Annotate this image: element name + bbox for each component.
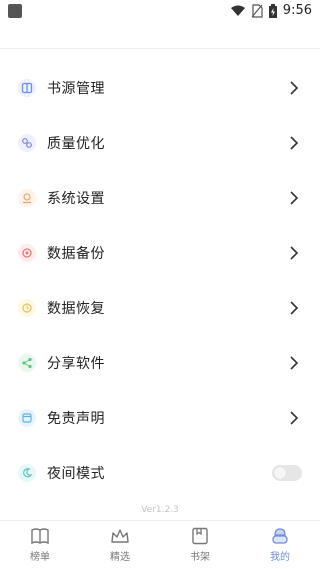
settings-menu: 书源管理 质量优化 系统设置 数据备份 数据恢复 分享软件 免责声明 夜间模式	[0, 60, 320, 500]
night-mode-toggle[interactable]	[272, 464, 302, 481]
share-icon	[18, 353, 36, 372]
menu-item-disclaimer[interactable]: 免责声明	[0, 390, 320, 445]
menu-item-label: 免责声明	[47, 410, 105, 427]
chevron-right-icon	[290, 190, 299, 205]
chevron-right-icon	[290, 300, 299, 315]
chevron-right-icon	[290, 410, 299, 425]
chevron-right-icon	[290, 135, 299, 150]
disclaimer-icon	[18, 408, 36, 427]
nav-label: 榜单	[30, 552, 50, 563]
settings-icon	[18, 188, 36, 207]
ranking-book-icon	[31, 528, 49, 545]
profile-icon	[272, 528, 288, 544]
chevron-right-icon	[290, 245, 299, 260]
wifi-icon	[230, 5, 245, 16]
no-sim-icon	[251, 3, 263, 18]
menu-item-label: 书源管理	[47, 80, 105, 97]
nav-item-profile[interactable]: 我的	[240, 521, 320, 569]
toggle-knob	[274, 466, 286, 479]
menu-item-book-source[interactable]: 书源管理	[0, 60, 320, 115]
bookshelf-icon	[192, 527, 208, 545]
status-icons: 9:56	[230, 3, 312, 18]
version-label: Ver1.2.3	[141, 505, 179, 515]
nav-item-featured[interactable]: 精选	[80, 521, 160, 569]
status-bar: 9:56	[0, 0, 320, 24]
menu-item-label: 数据备份	[47, 245, 105, 262]
nav-label: 书架	[190, 552, 210, 563]
menu-item-backup[interactable]: 数据备份	[0, 225, 320, 280]
header-area	[0, 24, 320, 49]
crown-icon	[111, 529, 129, 543]
chevron-right-icon	[290, 355, 299, 370]
menu-item-quality[interactable]: 质量优化	[0, 115, 320, 170]
bottom-nav: 榜单 精选 书架 我的	[0, 520, 320, 569]
status-time: 9:56	[282, 3, 312, 18]
restore-icon	[18, 298, 36, 317]
night-mode-icon	[18, 463, 36, 482]
menu-item-label: 系统设置	[47, 190, 105, 207]
nav-item-ranking[interactable]: 榜单	[0, 521, 80, 569]
nav-item-bookshelf[interactable]: 书架	[160, 521, 240, 569]
backup-icon	[18, 243, 36, 262]
quality-icon	[18, 133, 36, 152]
chevron-right-icon	[290, 80, 299, 95]
nav-label: 我的	[270, 552, 290, 563]
menu-item-label: 质量优化	[47, 135, 105, 152]
menu-item-label: 数据恢复	[47, 300, 105, 317]
menu-item-label: 分享软件	[47, 355, 105, 372]
app-notification-icon	[8, 4, 22, 18]
menu-item-restore[interactable]: 数据恢复	[0, 280, 320, 335]
book-source-icon	[18, 78, 36, 97]
nav-label: 精选	[110, 552, 130, 563]
menu-item-share[interactable]: 分享软件	[0, 335, 320, 390]
battery-charging-icon	[268, 3, 277, 18]
menu-item-settings[interactable]: 系统设置	[0, 170, 320, 225]
menu-item-night-mode: 夜间模式	[0, 445, 320, 500]
menu-item-label: 夜间模式	[47, 465, 105, 482]
